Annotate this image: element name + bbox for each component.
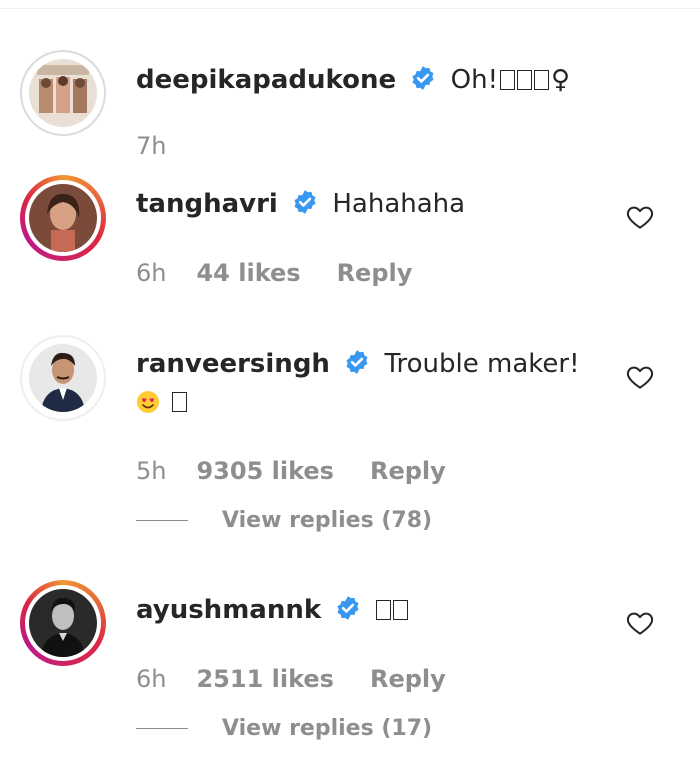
- emoji-placeholder-icon: [375, 595, 410, 625]
- comment-username[interactable]: tanghavri: [136, 189, 278, 219]
- likes-count[interactable]: 9305 likes: [196, 457, 333, 485]
- verified-badge-icon: [294, 190, 316, 214]
- emoji-placeholder-icon: [500, 65, 551, 95]
- replies-divider: [136, 520, 188, 521]
- avatar-image: [29, 184, 97, 252]
- heart-icon[interactable]: [625, 362, 655, 392]
- comment-text: Hahahaha: [332, 189, 466, 219]
- female-sign-icon: ♀: [551, 65, 571, 95]
- emoji-placeholder-icon: [172, 392, 188, 412]
- comment-timestamp[interactable]: 6h: [136, 259, 166, 287]
- verified-badge-icon: [412, 66, 434, 90]
- avatar[interactable]: [20, 335, 106, 421]
- heart-eyes-emoji-icon: [137, 391, 159, 413]
- likes-count[interactable]: 2511 likes: [196, 665, 333, 693]
- reply-button[interactable]: Reply: [370, 665, 446, 693]
- heart-icon[interactable]: [625, 202, 655, 232]
- top-divider: [0, 8, 700, 9]
- view-replies-label: View replies (78): [222, 508, 433, 533]
- likes-count[interactable]: 44 likes: [196, 259, 300, 287]
- comment-text: Oh!: [450, 65, 499, 95]
- avatar-image: [29, 59, 97, 127]
- view-replies-label: View replies (17): [222, 716, 433, 741]
- comment-username[interactable]: ranveersingh: [136, 349, 330, 379]
- comment-username[interactable]: deepikapadukone: [136, 65, 396, 95]
- replies-divider: [136, 728, 188, 729]
- reply-button[interactable]: Reply: [337, 259, 413, 287]
- comment-timestamp[interactable]: 5h: [136, 457, 166, 485]
- avatar-image: [29, 344, 97, 412]
- view-replies-button[interactable]: View replies (17): [136, 716, 432, 741]
- reply-button[interactable]: Reply: [370, 457, 446, 485]
- avatar[interactable]: [20, 50, 106, 136]
- comment-text: Trouble maker!: [384, 349, 580, 379]
- comment-timestamp[interactable]: 6h: [136, 665, 166, 693]
- comment-timestamp[interactable]: 7h: [136, 132, 166, 160]
- heart-icon[interactable]: [625, 608, 655, 638]
- view-replies-button[interactable]: View replies (78): [136, 508, 432, 533]
- avatar[interactable]: [20, 580, 106, 666]
- avatar-image: [29, 589, 97, 657]
- comment-username[interactable]: ayushmannk: [136, 595, 321, 625]
- verified-badge-icon: [346, 350, 368, 374]
- verified-badge-icon: [337, 596, 359, 620]
- avatar[interactable]: [20, 175, 106, 261]
